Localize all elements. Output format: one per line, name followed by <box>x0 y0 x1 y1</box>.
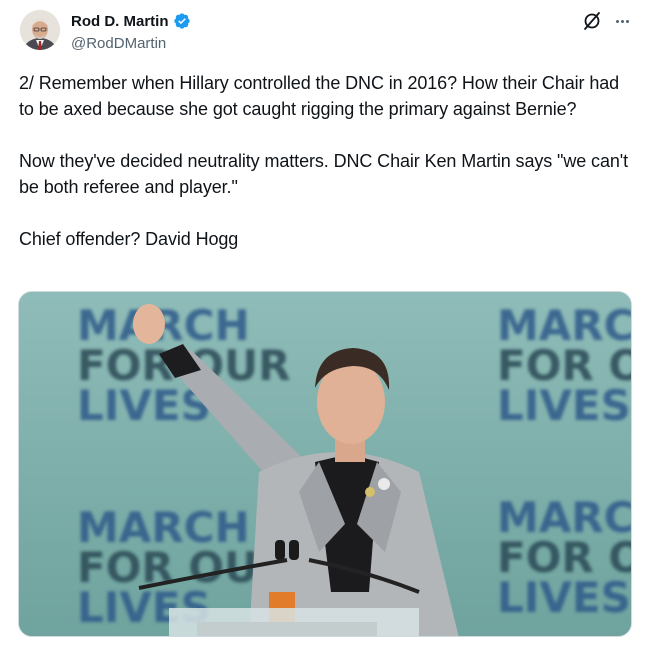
tweet-text: 2/ Remember when Hillary controlled the … <box>19 73 629 249</box>
author-name[interactable]: Rod D. Martin <box>71 13 169 30</box>
author-avatar[interactable] <box>20 10 60 50</box>
grok-icon[interactable] <box>581 10 603 32</box>
backdrop-text-right-top-3: LIVES <box>497 381 631 430</box>
verified-badge-icon <box>173 12 191 30</box>
avatar-image <box>20 10 60 50</box>
author-name-row: Rod D. Martin <box>71 12 191 30</box>
tweet-card: Rod D. Martin @RodDMartin 2/ Remember wh… <box>0 0 650 658</box>
author-handle[interactable]: @RodDMartin <box>71 35 166 52</box>
photo-image: MARCH FOR OUR LIVES MARCH FOR OUR LIVES … <box>19 292 631 636</box>
tweet-photo[interactable]: MARCH FOR OUR LIVES MARCH FOR OUR LIVES … <box>18 291 632 637</box>
backdrop-text-right-bottom-3: LIVES <box>497 573 631 622</box>
more-options-icon[interactable] <box>611 10 633 32</box>
